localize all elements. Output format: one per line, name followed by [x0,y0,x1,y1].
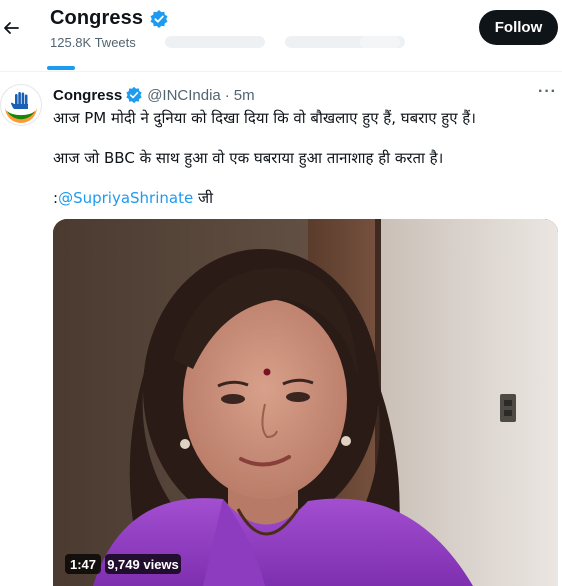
follow-button[interactable]: Follow [479,10,558,45]
tweet-text-line-1: आज PM मोदी ने दुनिया को दिखा दिया कि वो … [53,109,476,127]
video-views-badge: 9,749 views [105,554,181,574]
profile-header: Congress 125.8K Tweets Follow [0,0,562,72]
more-options-icon[interactable]: ··· [538,84,557,100]
separator-dot: · [224,86,230,104]
tweet-text-line-2: आज जो BBC के साथ हुआ वो एक घबराया हुआ ता… [53,149,444,167]
back-button[interactable] [0,14,22,42]
arrow-left-icon [4,22,19,34]
tweet-text-line-3: :@SupriyaShrinate जी [53,188,213,208]
active-tab-indicator [47,66,75,70]
video-player[interactable] [53,219,558,586]
blurred-header-content [165,36,265,48]
blurred-header-content [360,36,400,48]
verified-badge-icon [126,86,142,104]
header-divider [0,71,562,72]
video-thumbnail [53,219,558,586]
tweet-count: 125.8K Tweets [50,35,136,50]
author-name[interactable]: Congress [53,87,122,104]
author-handle[interactable]: @INCIndia [147,87,221,104]
line-suffix: जी [193,189,213,207]
video-duration-badge: 1:47 [65,554,101,574]
avatar[interactable] [0,84,42,126]
tweet-header: Congress @INCIndia · 5m [53,86,255,104]
mention-link[interactable]: @SupriyaShrinate [58,189,193,207]
header-title: Congress [50,7,169,30]
verified-badge-icon [150,9,168,28]
congress-hand-logo-icon [5,92,37,123]
header-name-text: Congress [50,7,144,29]
tweet-timestamp[interactable]: 5m [234,87,255,104]
